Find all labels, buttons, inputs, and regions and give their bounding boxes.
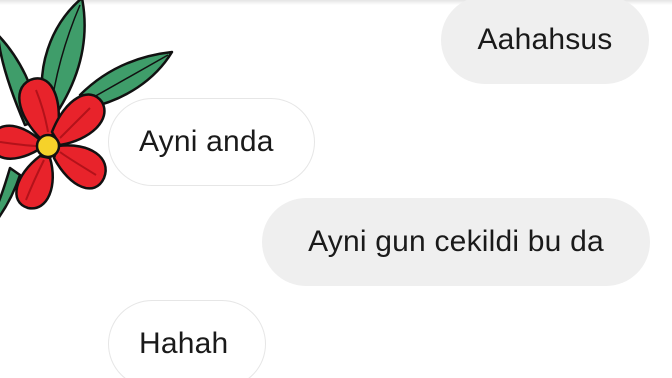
message-text: Aahahsus <box>477 23 613 56</box>
message-bubble-sent[interactable]: Ayni gun cekildi bu da <box>262 198 650 286</box>
message-text: Hahah <box>139 327 229 360</box>
message-bubble-sent[interactable]: Aahahsus <box>441 0 649 84</box>
red-flower-icon[interactable] <box>0 0 180 280</box>
message-bubble-received[interactable]: Hahah <box>108 300 266 378</box>
chat-thread: Aahahsus Ayni anda Ayni gun cekildi bu d… <box>0 0 672 378</box>
message-text: Ayni gun cekildi bu da <box>308 225 604 258</box>
